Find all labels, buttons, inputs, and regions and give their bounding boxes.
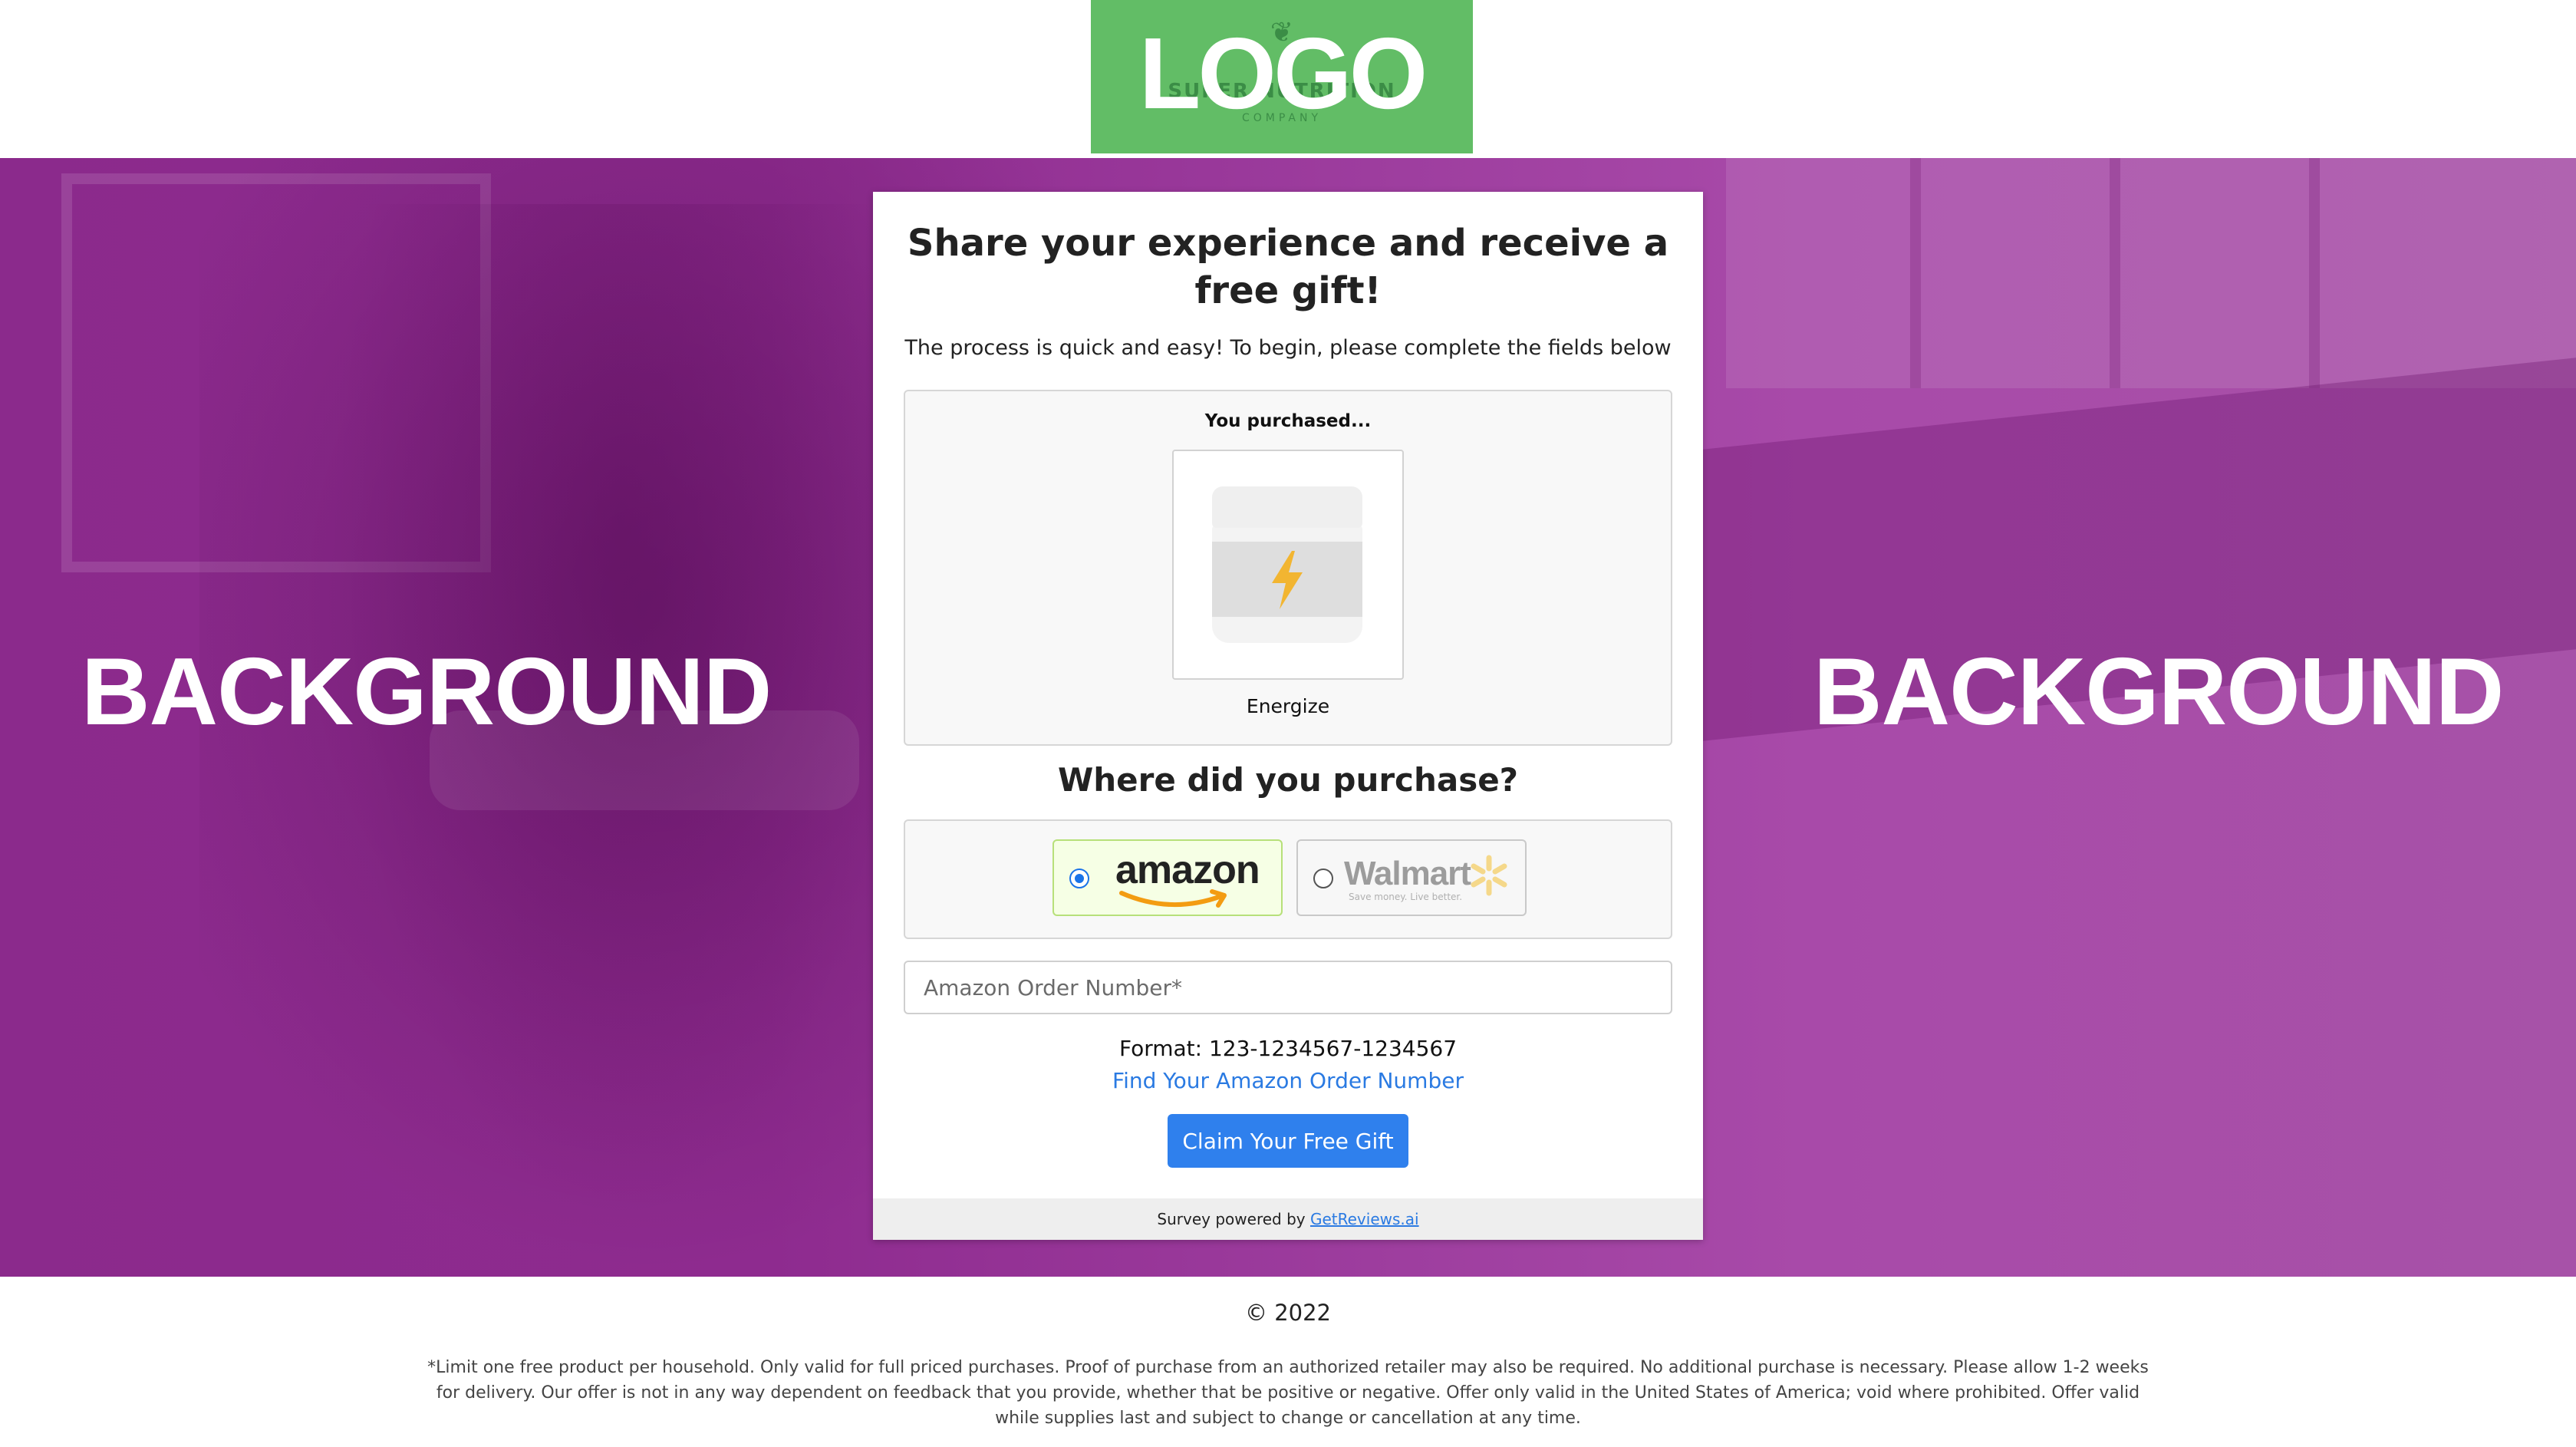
powered-by-text: Survey powered by — [1157, 1210, 1306, 1228]
product-jar-lid — [1212, 486, 1362, 528]
amazon-radio[interactable] — [1069, 869, 1089, 888]
purchased-product-panel: You purchased... Energize — [904, 390, 1672, 746]
page-subtitle: The process is quick and easy! To begin,… — [904, 336, 1672, 360]
background-label-left: BACKGROUND — [81, 639, 772, 745]
amazon-logo: amazon — [1115, 848, 1260, 892]
copyright-text: © 2022 — [1244, 1300, 1332, 1326]
disclaimer-text: *Limit one free product per household. O… — [427, 1358, 2149, 1428]
survey-card: Share your experience and receive a free… — [873, 192, 1703, 1240]
getreviews-link[interactable]: GetReviews.ai — [1310, 1210, 1419, 1228]
purchased-heading: You purchased... — [1204, 411, 1372, 431]
find-order-number-link[interactable]: Find Your Amazon Order Number — [873, 1068, 1703, 1093]
walmart-tagline: Save money. Live better. — [1349, 892, 1463, 902]
product-name: Energize — [1246, 695, 1330, 717]
store-option-amazon[interactable]: amazon — [1052, 839, 1283, 916]
store-option-walmart[interactable]: Walmart Save money. Live better. — [1296, 839, 1527, 916]
walmart-spark-icon — [1471, 855, 1507, 896]
walmart-radio[interactable] — [1313, 869, 1333, 888]
page-title: Share your experience and receive a free… — [907, 222, 1669, 312]
logo-text: LOGO — [1138, 17, 1428, 130]
card-footer: Survey powered by GetReviews.ai — [873, 1198, 1703, 1240]
order-format-hint: Format: 123-1234567-1234567 — [1118, 1036, 1458, 1061]
background-window-shape — [1726, 158, 2576, 388]
order-number-input[interactable] — [904, 961, 1672, 1014]
amazon-smile-icon — [1119, 889, 1227, 908]
store-question-heading: Where did you purchase? — [1057, 761, 1519, 799]
background-label-right: BACKGROUND — [1813, 639, 2504, 745]
page-header: ❦ SUPER NUTRITION COMPANY LOGO — [0, 0, 2576, 158]
claim-gift-button[interactable]: Claim Your Free Gift — [1168, 1114, 1408, 1168]
walmart-logo: Walmart — [1344, 855, 1471, 892]
brand-logo[interactable]: ❦ SUPER NUTRITION COMPANY LOGO — [1091, 0, 1473, 153]
store-options-panel: amazon Walmart Save money. Live better. — [904, 819, 1672, 939]
product-card[interactable] — [1172, 450, 1404, 680]
lightning-bolt-icon — [1272, 551, 1303, 609]
